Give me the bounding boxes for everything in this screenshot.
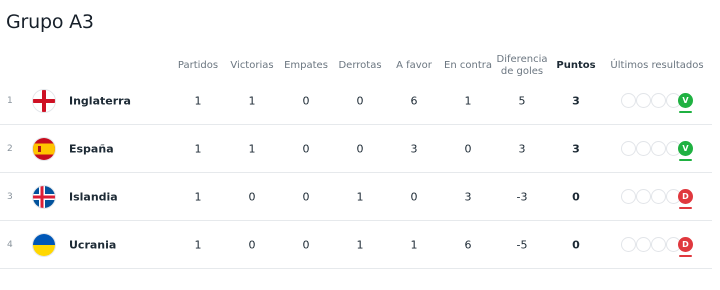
- col-header-draws: Empates: [284, 60, 328, 71]
- wins-value: 0: [248, 238, 256, 251]
- empty-result-slot: [636, 92, 651, 108]
- points-value: 0: [572, 190, 580, 203]
- goal-diff-value: -5: [516, 238, 528, 251]
- ukraine-flag-icon: [33, 233, 55, 256]
- team-name[interactable]: Inglaterra: [69, 94, 131, 107]
- wins-value: 0: [248, 190, 256, 203]
- group-title: Grupo A3: [6, 11, 94, 33]
- england-flag-icon: [33, 89, 55, 112]
- empty-result-slot: [636, 236, 651, 252]
- table-row[interactable]: 2 España 1 1 0 0 3 0 3 3 V: [0, 125, 712, 173]
- position-number: 3: [7, 191, 13, 202]
- latest-result-indicator: [679, 206, 692, 209]
- played-value: 1: [194, 142, 202, 155]
- win-badge[interactable]: V: [678, 140, 693, 156]
- empty-result-slot: [636, 140, 651, 156]
- losses-value: 0: [356, 142, 364, 155]
- goals-against-value: 3: [464, 190, 472, 203]
- goals-for-value: 3: [410, 142, 418, 155]
- losses-value: 1: [356, 238, 364, 251]
- col-header-last-results: Últimos resultados: [610, 60, 704, 71]
- goals-against-value: 1: [464, 94, 472, 107]
- team-name[interactable]: Islandia: [69, 190, 118, 203]
- last-results: V: [621, 140, 701, 161]
- empty-result-slot: [621, 92, 636, 108]
- losses-value: 1: [356, 190, 364, 203]
- goal-diff-value: 5: [518, 94, 526, 107]
- points-value: 0: [572, 238, 580, 251]
- empty-result-slot: [621, 140, 636, 156]
- team-name[interactable]: Ucrania: [69, 238, 116, 251]
- goal-diff-value: -3: [516, 190, 528, 203]
- wins-value: 1: [248, 142, 256, 155]
- iceland-flag-icon: [33, 185, 55, 208]
- goals-against-value: 6: [464, 238, 472, 251]
- empty-result-slot: [651, 236, 666, 252]
- team-name[interactable]: España: [69, 142, 114, 155]
- losses-value: 0: [356, 94, 364, 107]
- position-number: 4: [7, 239, 13, 250]
- empty-result-slot: [621, 188, 636, 204]
- goals-for-value: 1: [410, 238, 418, 251]
- empty-result-slot: [651, 140, 666, 156]
- col-header-wins: Victorias: [230, 60, 274, 71]
- col-header-goal-diff: Diferencia de goles: [496, 54, 548, 77]
- latest-result-indicator: [679, 158, 692, 161]
- spain-flag-icon: [33, 137, 55, 160]
- draws-value: 0: [302, 142, 310, 155]
- goals-for-value: 6: [410, 94, 418, 107]
- played-value: 1: [194, 190, 202, 203]
- points-value: 3: [572, 142, 580, 155]
- loss-badge[interactable]: D: [678, 236, 693, 252]
- played-value: 1: [194, 94, 202, 107]
- latest-result-indicator: [679, 254, 692, 257]
- goals-against-value: 0: [464, 142, 472, 155]
- draws-value: 0: [302, 94, 310, 107]
- draws-value: 0: [302, 190, 310, 203]
- draws-value: 0: [302, 238, 310, 251]
- empty-result-slot: [651, 92, 666, 108]
- loss-badge[interactable]: D: [678, 188, 693, 204]
- last-results: D: [621, 236, 701, 257]
- col-header-goals-for: A favor: [396, 60, 432, 71]
- col-header-losses: Derrotas: [338, 60, 382, 71]
- empty-result-slot: [636, 188, 651, 204]
- table-row[interactable]: 4 Ucrania 1 0 0 1 1 6 -5 0 D: [0, 221, 712, 269]
- empty-result-slot: [651, 188, 666, 204]
- goal-diff-value: 3: [518, 142, 526, 155]
- col-header-goals-against: En contra: [444, 60, 492, 71]
- points-value: 3: [572, 94, 580, 107]
- goals-for-value: 0: [410, 190, 418, 203]
- latest-result-indicator: [679, 110, 692, 113]
- played-value: 1: [194, 238, 202, 251]
- col-header-points: Puntos: [556, 60, 596, 71]
- col-header-played: Partidos: [177, 60, 219, 71]
- last-results: D: [621, 188, 701, 209]
- position-number: 1: [7, 95, 13, 106]
- table-row[interactable]: 1 Inglaterra 1 1 0 0 6 1 5 3 V: [0, 77, 712, 125]
- last-results: V: [621, 92, 701, 113]
- position-number: 2: [7, 143, 13, 154]
- win-badge[interactable]: V: [678, 92, 693, 108]
- empty-result-slot: [621, 236, 636, 252]
- wins-value: 1: [248, 94, 256, 107]
- table-row[interactable]: 3 Islandia 1 0 0 1 0 3 -3 0 D: [0, 173, 712, 221]
